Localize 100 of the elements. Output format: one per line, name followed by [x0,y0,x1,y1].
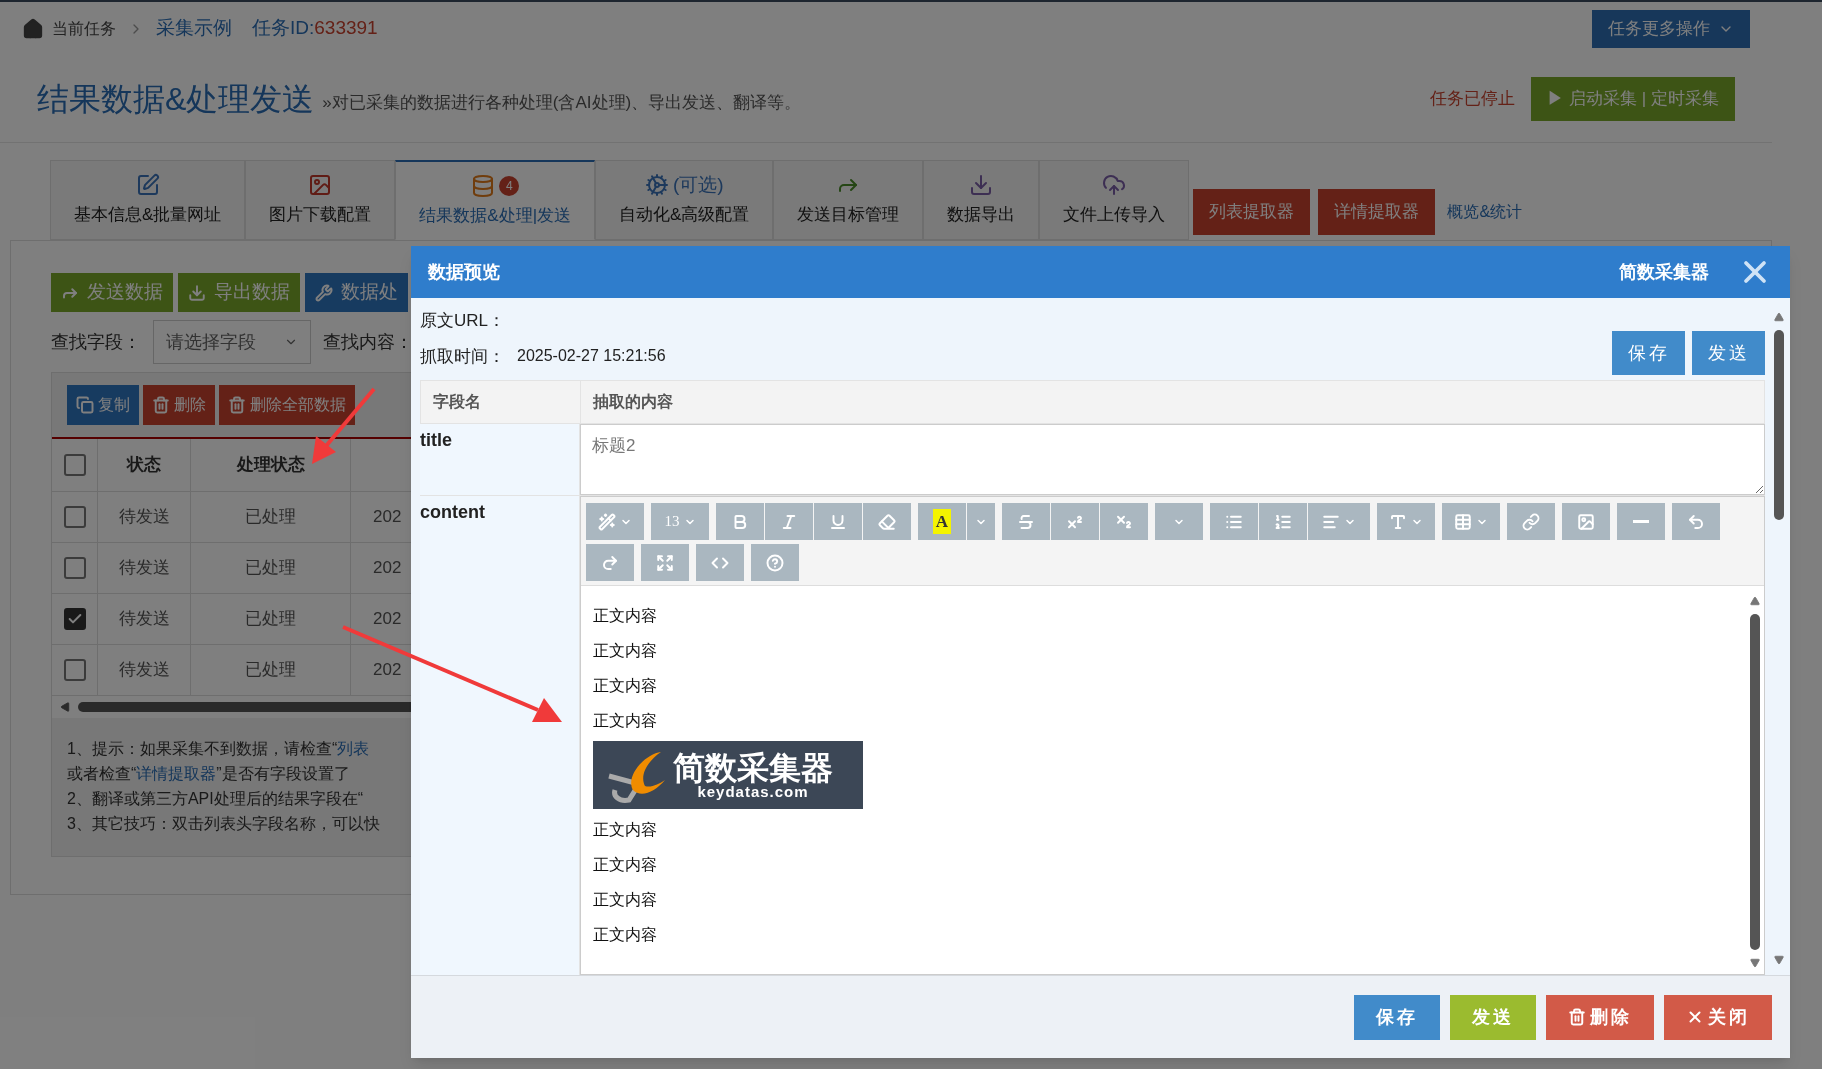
table-action-button[interactable]: 删除全部数据 [219,385,355,425]
scroll-up-icon[interactable] [1774,312,1784,322]
checkbox[interactable] [63,506,86,528]
table-cell-text: 待发送 [118,659,170,682]
toolbar-button[interactable] [1442,503,1500,540]
toolbar-button[interactable] [1210,503,1258,540]
tab-label: 基本信息&批量网址 [74,204,222,227]
help-icon [766,553,784,572]
breadcrumb-link[interactable]: 当前任务 [52,16,116,41]
strikethrough-icon [1017,512,1035,531]
toolbar-button[interactable] [967,503,995,540]
checkbox[interactable] [63,454,86,476]
dialog-button[interactable]: 发送 [1450,994,1536,1040]
start-collect-button[interactable]: ▶ 启动采集 | 定时采集 [1531,76,1735,121]
extractor-button[interactable]: 详情提取器 [1318,189,1436,235]
eraser-icon [878,512,896,531]
copy-icon [76,396,94,414]
dialog-button[interactable]: 删除 [1546,994,1654,1040]
scroll-down-icon[interactable] [1774,955,1784,965]
toolbar-button[interactable]: 13 [651,503,709,540]
checkbox[interactable] [63,557,86,579]
download-icon [188,283,206,302]
toolbar-button[interactable] [716,503,764,540]
scrollbar-thumb[interactable] [1774,330,1784,520]
body-text: 正文内容 [593,641,657,661]
toolbar-button[interactable] [1672,503,1720,540]
toolbar-button[interactable] [1308,503,1370,540]
table-action-button[interactable]: 复制 [67,385,139,425]
tip-link[interactable]: 详情提取器 [136,765,217,782]
tab[interactable]: 4 结果数据&处理|发送 [395,160,596,240]
trash-icon [228,396,246,414]
toolbar-button[interactable] [586,544,634,581]
toolbar-button[interactable] [1562,503,1610,540]
action-button[interactable]: 数据处 [305,273,408,312]
tab[interactable]: (可选) 自动化&高级配置 [595,160,774,240]
dialog-button[interactable]: 发送 [1692,331,1765,375]
toolbar-button[interactable] [751,544,799,581]
extractor-button[interactable]: 列表提取器 [1193,189,1311,235]
toolbar-button[interactable] [1100,503,1148,540]
field-name: title [420,430,452,450]
table-cell-text: 已处理 [245,557,296,580]
action-button[interactable]: 导出数据 [178,273,300,312]
table-cell-text: 待发送 [118,608,170,631]
tip-link[interactable]: 列表 [337,740,370,757]
dialog-button[interactable]: 关闭 [1664,994,1772,1040]
tip-text: 或者检查“详情提取器”是否有字段设置了 [67,764,350,784]
pencil-square-icon [135,173,160,198]
field-label: 查找字段： [51,330,141,354]
table-action-button[interactable]: 删除 [143,385,215,425]
tab[interactable]: 文件上传导入 [1039,160,1190,240]
tab[interactable]: 发送目标管理 [773,160,924,240]
column-header[interactable]: 处理状态 [236,452,305,478]
close-icon [1686,1008,1704,1026]
tab[interactable]: 数据导出 [923,160,1040,240]
image-icon [308,173,333,198]
dialog-button[interactable]: 保存 [1354,994,1440,1040]
link-icon [1522,512,1540,531]
tab-label: 发送目标管理 [797,204,900,227]
toolbar-button[interactable] [765,503,813,540]
toolbar-button[interactable] [641,544,689,581]
checkbox[interactable] [63,608,86,630]
task-status: 任务已停止 [1430,87,1516,110]
dialog-button[interactable]: 保存 [1612,331,1685,375]
gears-icon [644,173,669,198]
toolbar-button[interactable] [1051,503,1099,540]
tip-text: 1、提示：如果采集不到数据，请检查“列表 [67,739,370,759]
toolbar-button[interactable] [1507,503,1555,540]
toolbar-button[interactable] [863,503,911,540]
scrollbar-thumb[interactable] [1750,614,1760,950]
checkbox[interactable] [63,659,86,681]
toolbar-button[interactable] [586,503,644,540]
title-field[interactable]: 标题2 [580,424,1765,495]
more-actions-button[interactable]: 任务更多操作 [1592,9,1750,48]
time-value: 2025-02-27 15:21:56 [517,345,666,366]
column-header: 抽取的内容 [593,392,673,412]
magic-wand-icon [598,512,616,531]
toolbar-button[interactable]: A [918,503,966,540]
overview-link[interactable]: 概览&统计 [1447,200,1523,224]
tab[interactable]: 基本信息&批量网址 [50,160,246,240]
toolbar-button[interactable] [1259,503,1307,540]
table-cell-text: 已处理 [245,659,296,682]
field-select[interactable]: 请选择字段 [153,320,311,364]
cloud-upload-icon [1102,173,1127,198]
breadcrumb-link[interactable]: 采集示例 [156,14,232,43]
column-header[interactable]: 状态 [127,452,161,478]
action-button[interactable]: 发送数据 [51,273,173,312]
dialog-brand: 简数采集器 [1619,260,1709,284]
database-icon [471,173,496,198]
toolbar-button[interactable] [1002,503,1050,540]
toolbar-button[interactable] [696,544,744,581]
tab[interactable]: 图片下载配置 [245,160,396,240]
scroll-up-icon[interactable] [1750,596,1760,606]
toolbar-button[interactable] [1617,503,1665,540]
tab-note: (可选) [672,173,724,197]
scroll-left-icon[interactable] [60,702,70,712]
toolbar-button[interactable] [1377,503,1435,540]
scroll-down-icon[interactable] [1750,958,1760,968]
toolbar-button[interactable] [814,503,862,540]
task-id: 任务ID:633391 [252,16,378,41]
field-name: content [420,502,485,522]
